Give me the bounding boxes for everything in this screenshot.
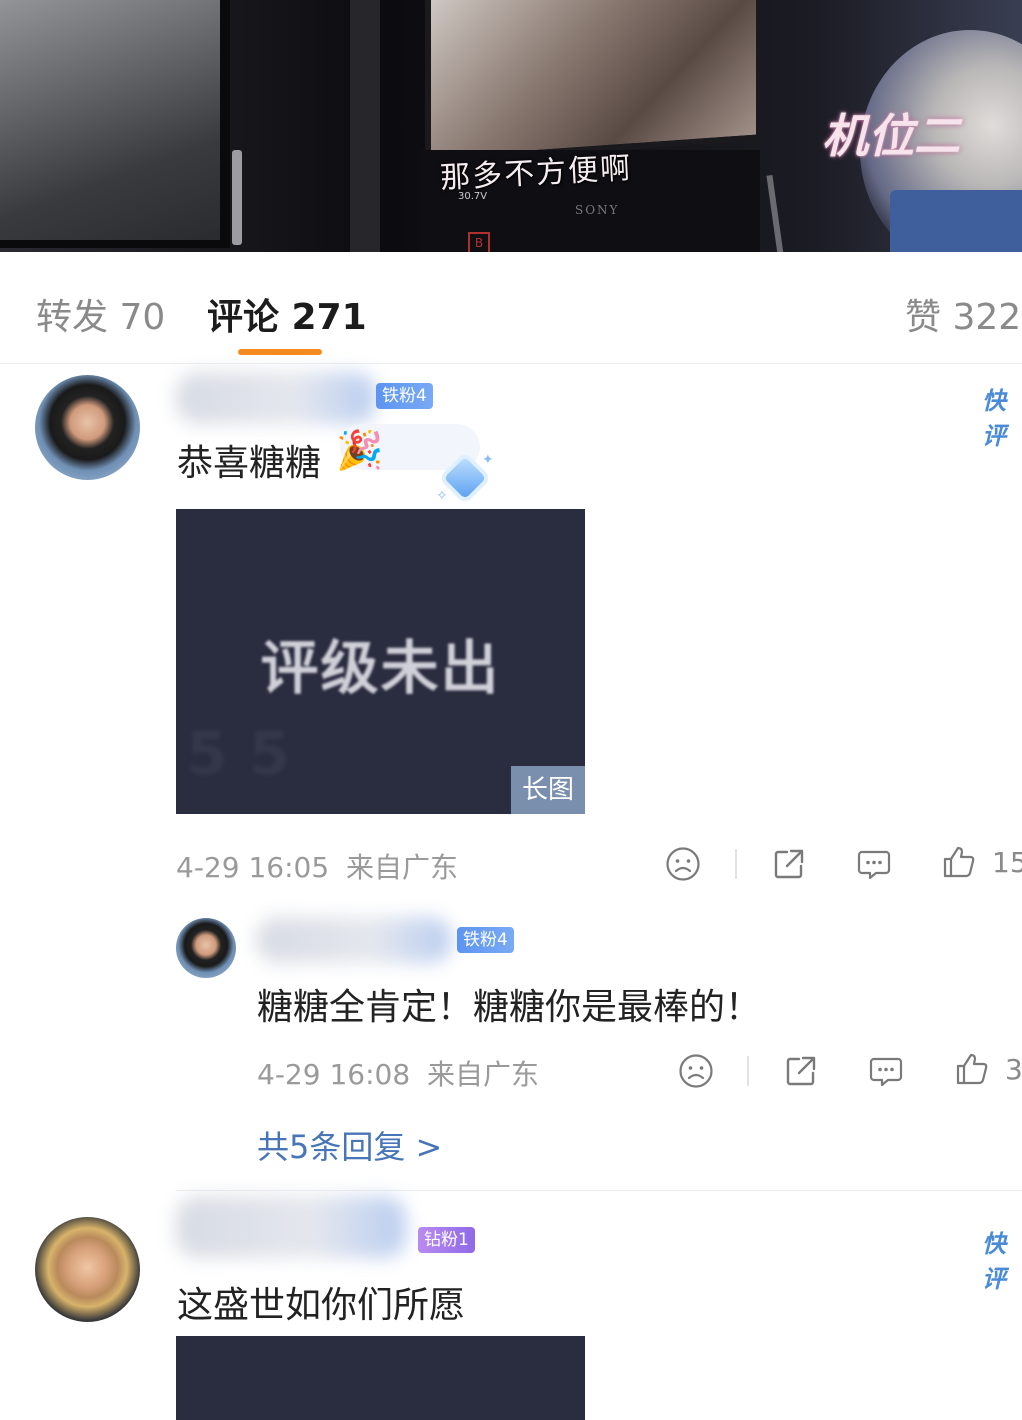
diamond-fan-badge[interactable]: 钻粉1: [418, 1227, 475, 1253]
reply-username-blurred[interactable]: [256, 917, 452, 963]
video-player[interactable]: 30.7V SONY B 那多不方便啊 机位二: [0, 0, 1022, 252]
quick-comment-link[interactable]: 快评: [982, 381, 1022, 451]
video-pillar: [350, 0, 380, 252]
comment-bubble-icon[interactable]: [856, 846, 892, 882]
video-stand: [232, 150, 242, 245]
reply-fan-badge[interactable]: 铁粉4: [457, 927, 514, 953]
reply-share-icon[interactable]: [783, 1053, 819, 1089]
tab-comments[interactable]: 评论 271: [207, 288, 367, 340]
reply-comment-bubble-icon[interactable]: [868, 1053, 904, 1089]
action-divider: [735, 849, 737, 879]
more-replies-link[interactable]: 共5条回复 >: [257, 1122, 442, 1168]
video-camera-label: 机位二: [822, 109, 960, 163]
video-blue-object: [890, 190, 1022, 252]
long-image-badge: 长图: [511, 766, 585, 814]
tab-reposts[interactable]: 转发 70: [36, 288, 165, 340]
video-monitor-center: [425, 0, 762, 164]
tab-active-indicator: [238, 349, 322, 355]
reply-action-divider: [747, 1056, 749, 1086]
reply-dislike-face-icon[interactable]: [678, 1053, 714, 1089]
comment-text: 这盛世如你们所愿: [177, 1285, 466, 1326]
comment-text: 恭喜糖糖: [177, 443, 322, 484]
tab-bar: 转发 70 评论 271 赞 322: [0, 252, 1022, 364]
like-count: 15: [992, 846, 1022, 879]
share-icon[interactable]: [771, 846, 807, 882]
tab-likes[interactable]: 赞 322: [905, 288, 1021, 340]
comment-divider: [176, 1190, 1022, 1191]
video-marker: B: [468, 232, 490, 252]
comment-location: 来自广东: [346, 851, 459, 884]
comment-time: 4-29 16:05: [176, 851, 330, 884]
reply-time: 4-29 16:08: [257, 1058, 411, 1091]
reply-location: 来自广东: [427, 1058, 540, 1091]
video-rod: [766, 174, 784, 252]
sparkle-icon: ✧: [436, 488, 448, 504]
comment-timestamp: 4-29 16:05 来自广东: [176, 846, 458, 886]
image-text: 评级未出: [260, 634, 501, 702]
comment-image[interactable]: [176, 1336, 585, 1420]
image-faint-text: 5 5: [186, 719, 291, 789]
dislike-face-icon[interactable]: [665, 846, 701, 882]
reply-avatar[interactable]: [176, 918, 236, 978]
username-blurred[interactable]: [176, 1196, 406, 1258]
fan-badge[interactable]: 铁粉4: [376, 383, 433, 409]
video-brand-text: SONY: [575, 203, 620, 217]
party-popper-icon: 🎉: [336, 428, 384, 472]
reply-like-count: 3: [1005, 1053, 1022, 1086]
reply-timestamp: 4-29 16:08 来自广东: [257, 1053, 539, 1093]
quick-comment-link[interactable]: 快评: [982, 1224, 1022, 1294]
thumbs-up-icon[interactable]: [941, 844, 977, 880]
comment-image[interactable]: 5 5 评级未出 长图: [176, 509, 585, 814]
reply-text: 糖糖全肯定！糖糖你是最棒的！: [257, 987, 762, 1028]
username-blurred[interactable]: [176, 372, 376, 424]
avatar[interactable]: [35, 375, 140, 480]
reply-thumbs-up-icon[interactable]: [954, 1051, 990, 1087]
video-monitor-left: [0, 0, 230, 248]
sparkle-icon: ✦: [482, 452, 494, 468]
avatar[interactable]: [35, 1217, 140, 1322]
